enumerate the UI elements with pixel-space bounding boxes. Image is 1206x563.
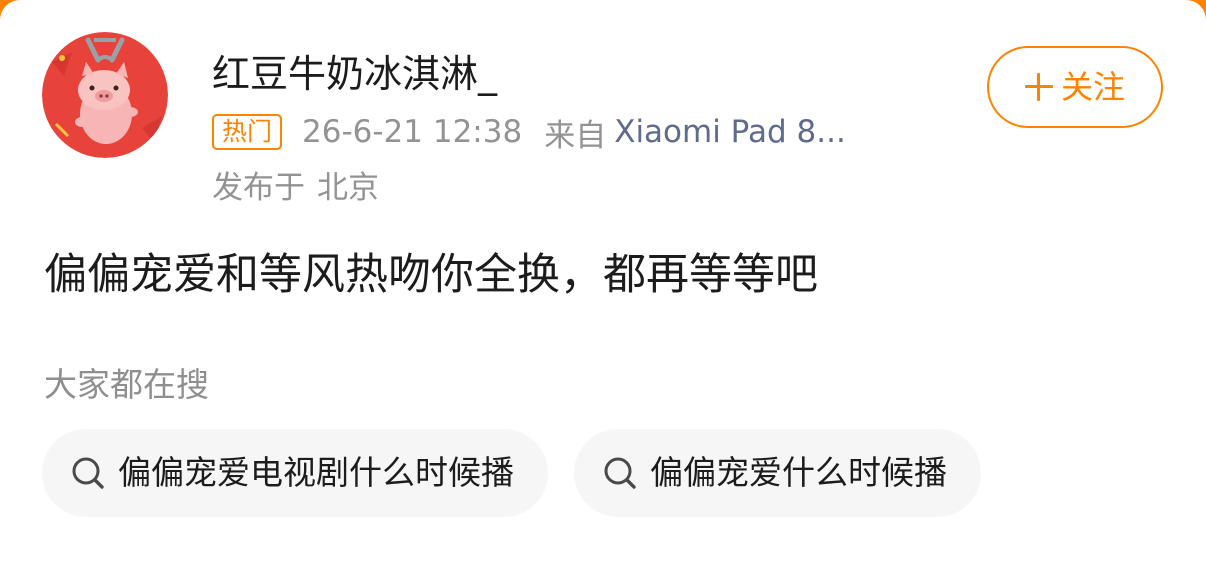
follow-button[interactable]: 关注 [987, 46, 1163, 128]
search-chip-label: 偏偏宠爱什么时候播 [650, 453, 947, 492]
search-chip[interactable]: 偏偏宠爱电视剧什么时候播 [42, 429, 548, 517]
location-prefix: 发布于 [212, 169, 305, 206]
search-chip[interactable]: 偏偏宠爱什么时候播 [574, 429, 981, 517]
search-icon [604, 457, 636, 489]
author-name[interactable]: 红豆牛奶冰淇淋_ [212, 46, 497, 102]
pink-pig-avatar-icon [42, 32, 168, 158]
source-device-link[interactable]: Xiaomi Pad 8... [614, 114, 846, 150]
search-icon [72, 457, 104, 489]
plus-icon [1024, 73, 1053, 101]
trending-search-chips: 偏偏宠爱电视剧什么时候播 偏偏宠爱什么时候播 [42, 429, 1007, 517]
location-city: 北京 [317, 169, 379, 206]
follow-label: 关注 [1060, 68, 1125, 106]
post-location: 发布于 北京 [212, 160, 379, 208]
avatar[interactable] [42, 32, 168, 158]
search-chip-label: 偏偏宠爱电视剧什么时候播 [118, 453, 514, 492]
post-meta: 热门 26-6-21 12:38 来自 Xiaomi Pad 8... [212, 108, 846, 156]
hot-badge: 热门 [212, 114, 283, 150]
trending-search-heading: 大家都在搜 [44, 365, 209, 404]
post-body-text: 偏偏宠爱和等风热吻你全换，都再等等吧 [44, 250, 818, 300]
post-time: 26-6-21 12:38 [302, 114, 523, 150]
source-prefix: 来自 [544, 117, 607, 154]
post-card: 红豆牛奶冰淇淋_ 热门 26-6-21 12:38 来自 Xiaomi Pad … [0, 0, 1206, 563]
